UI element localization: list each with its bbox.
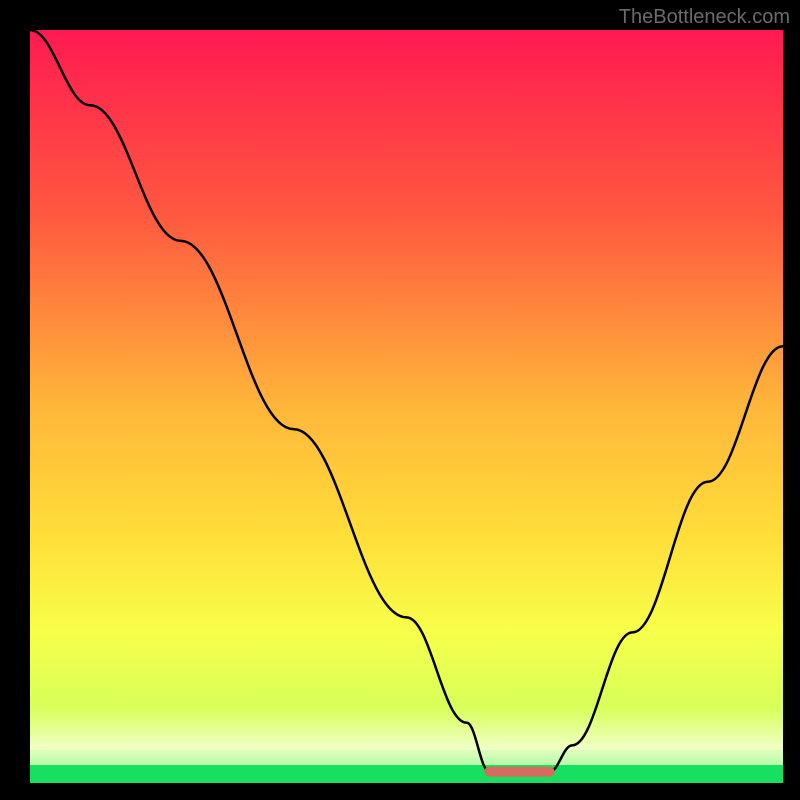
chart-bottom-band-light [30, 750, 783, 765]
chart-plot-area [30, 30, 783, 783]
chart-background-gradient [30, 30, 783, 783]
chart-svg [30, 30, 783, 783]
watermark-text: TheBottleneck.com [619, 6, 790, 29]
chart-bottom-band [30, 765, 783, 783]
